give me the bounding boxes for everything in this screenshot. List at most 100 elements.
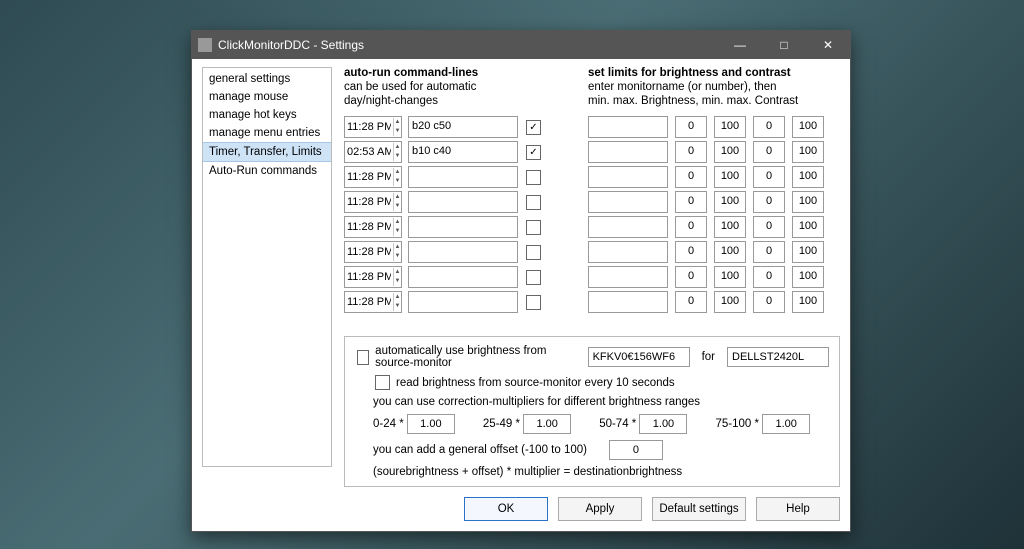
titlebar[interactable]: ClickMonitorDDC - Settings — □ ✕ [192, 31, 850, 59]
offset-input[interactable] [609, 440, 663, 460]
maximize-button[interactable]: □ [762, 31, 806, 59]
settings-sidebar[interactable]: general settingsmanage mousemanage hot k… [202, 67, 332, 467]
autorun-time-6[interactable]: ▲▼ [344, 266, 402, 288]
autorun-time-3[interactable]: ▲▼ [344, 191, 402, 213]
source-monitor-field[interactable] [588, 347, 690, 367]
spinner-down-icon[interactable]: ▼ [394, 127, 401, 136]
autorun-enable-checkbox-4[interactable] [526, 220, 541, 235]
autorun-time-7[interactable]: ▲▼ [344, 291, 402, 313]
autorun-cmd-input-6[interactable] [409, 267, 517, 285]
limit-monitor-name-6[interactable] [589, 267, 667, 285]
sidebar-item-1[interactable]: manage mouse [203, 88, 331, 106]
spinner-down-icon[interactable]: ▼ [394, 227, 401, 236]
autorun-cmd-input-2[interactable] [409, 167, 517, 185]
limit-monitor-name-1[interactable] [589, 142, 667, 160]
limit-contrast-min-7[interactable] [754, 292, 784, 310]
limit-brightness-max-5[interactable] [715, 242, 745, 260]
autorun-time-1[interactable]: ▲▼ [344, 141, 402, 163]
limit-brightness-min-7[interactable] [676, 292, 706, 310]
autorun-time-2[interactable]: ▲▼ [344, 166, 402, 188]
spinner-up-icon[interactable]: ▲ [394, 118, 401, 127]
limit-contrast-max-6[interactable] [793, 267, 823, 285]
limit-brightness-max-6[interactable] [715, 267, 745, 285]
autorun-enable-checkbox-0[interactable] [526, 120, 541, 135]
range-25-49-input[interactable] [523, 414, 571, 434]
spinner-down-icon[interactable]: ▼ [394, 302, 401, 311]
help-button[interactable]: Help [756, 497, 840, 521]
spinner-up-icon[interactable]: ▲ [394, 268, 401, 277]
spinner-up-icon[interactable]: ▲ [394, 143, 401, 152]
autorun-time-input-5[interactable] [345, 243, 393, 261]
limit-contrast-min-3[interactable] [754, 192, 784, 210]
spinner-up-icon[interactable]: ▲ [394, 193, 401, 202]
spinner-up-icon[interactable]: ▲ [394, 293, 401, 302]
limit-monitor-name-0[interactable] [589, 117, 667, 135]
default-settings-button[interactable]: Default settings [652, 497, 746, 521]
limit-brightness-max-4[interactable] [715, 217, 745, 235]
sidebar-item-3[interactable]: manage menu entries [203, 124, 331, 142]
sidebar-item-2[interactable]: manage hot keys [203, 106, 331, 124]
range-50-74-input[interactable] [639, 414, 687, 434]
autorun-cmd-input-5[interactable] [409, 242, 517, 260]
spinner-down-icon[interactable]: ▼ [394, 277, 401, 286]
sidebar-item-5[interactable]: Auto-Run commands [203, 162, 331, 180]
autorun-enable-checkbox-2[interactable] [526, 170, 541, 185]
limit-brightness-min-5[interactable] [676, 242, 706, 260]
limit-contrast-min-0[interactable] [754, 117, 784, 135]
range-0-24-input[interactable] [407, 414, 455, 434]
autorun-time-0[interactable]: ▲▼ [344, 116, 402, 138]
autorun-time-input-6[interactable] [345, 268, 393, 286]
autorun-time-input-0[interactable] [345, 118, 393, 136]
spinner-down-icon[interactable]: ▼ [394, 152, 401, 161]
limit-brightness-min-6[interactable] [676, 267, 706, 285]
limit-contrast-max-2[interactable] [793, 167, 823, 185]
autorun-time-input-3[interactable] [345, 193, 393, 211]
sidebar-item-4[interactable]: Timer, Transfer, Limits [203, 142, 331, 162]
limit-brightness-min-2[interactable] [676, 167, 706, 185]
autorun-enable-checkbox-6[interactable] [526, 270, 541, 285]
autorun-cmd-input-7[interactable] [409, 292, 517, 310]
autorun-enable-checkbox-1[interactable] [526, 145, 541, 160]
limit-brightness-min-1[interactable] [676, 142, 706, 160]
dest-monitor-field[interactable] [727, 347, 829, 367]
limit-contrast-max-5[interactable] [793, 242, 823, 260]
spinner-up-icon[interactable]: ▲ [394, 168, 401, 177]
limit-brightness-max-7[interactable] [715, 292, 745, 310]
limit-contrast-max-1[interactable] [793, 142, 823, 160]
spinner-down-icon[interactable]: ▼ [394, 202, 401, 211]
limit-contrast-max-7[interactable] [793, 292, 823, 310]
limit-brightness-max-0[interactable] [715, 117, 745, 135]
spinner-down-icon[interactable]: ▼ [394, 252, 401, 261]
limit-contrast-min-2[interactable] [754, 167, 784, 185]
autorun-time-input-1[interactable] [345, 143, 393, 161]
spinner-down-icon[interactable]: ▼ [394, 177, 401, 186]
close-button[interactable]: ✕ [806, 31, 850, 59]
autorun-time-input-2[interactable] [345, 168, 393, 186]
autorun-time-input-4[interactable] [345, 218, 393, 236]
apply-button[interactable]: Apply [558, 497, 642, 521]
limit-brightness-max-1[interactable] [715, 142, 745, 160]
limit-monitor-name-7[interactable] [589, 292, 667, 310]
limit-brightness-max-3[interactable] [715, 192, 745, 210]
limit-contrast-max-0[interactable] [793, 117, 823, 135]
limit-contrast-min-4[interactable] [754, 217, 784, 235]
auto-brightness-checkbox[interactable] [357, 350, 369, 365]
limit-monitor-name-4[interactable] [589, 217, 667, 235]
autorun-cmd-input-0[interactable] [409, 117, 517, 135]
spinner-up-icon[interactable]: ▲ [394, 243, 401, 252]
minimize-button[interactable]: — [718, 31, 762, 59]
limit-contrast-min-5[interactable] [754, 242, 784, 260]
autorun-enable-checkbox-7[interactable] [526, 295, 541, 310]
limit-brightness-min-3[interactable] [676, 192, 706, 210]
autorun-time-5[interactable]: ▲▼ [344, 241, 402, 263]
limit-brightness-max-2[interactable] [715, 167, 745, 185]
limit-monitor-name-2[interactable] [589, 167, 667, 185]
limit-contrast-max-3[interactable] [793, 192, 823, 210]
limit-contrast-min-6[interactable] [754, 267, 784, 285]
range-75-100-input[interactable] [762, 414, 810, 434]
ok-button[interactable]: OK [464, 497, 548, 521]
autorun-cmd-input-4[interactable] [409, 217, 517, 235]
limit-monitor-name-5[interactable] [589, 242, 667, 260]
limit-contrast-min-1[interactable] [754, 142, 784, 160]
autorun-enable-checkbox-5[interactable] [526, 245, 541, 260]
